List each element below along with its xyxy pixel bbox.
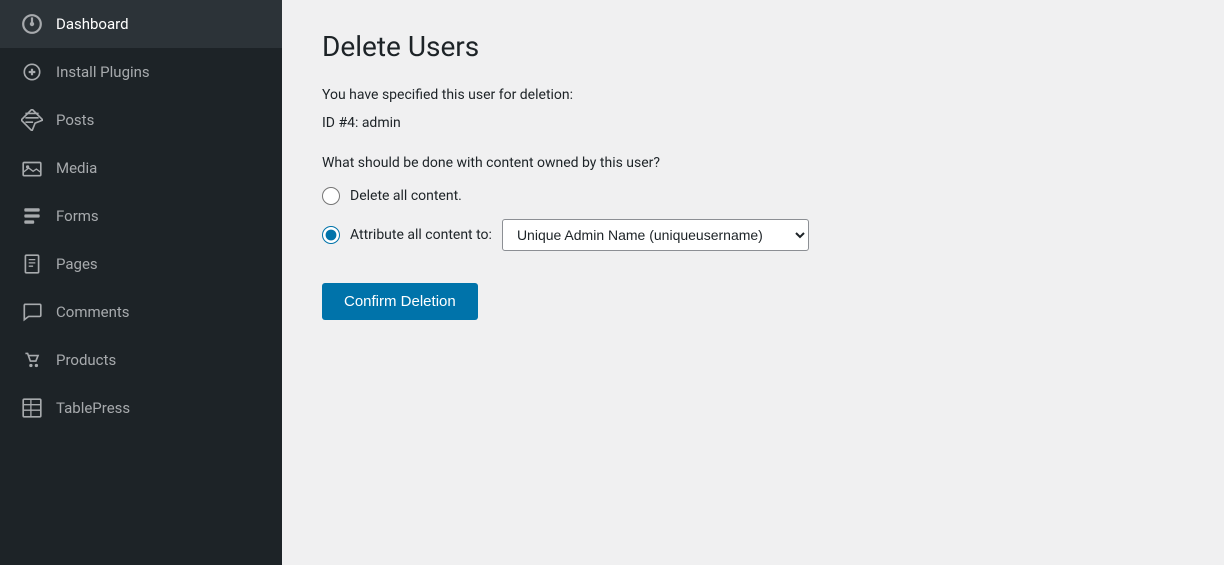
plugins-icon <box>20 60 44 84</box>
delete-all-radio[interactable] <box>322 187 340 205</box>
sidebar-item-forms[interactable]: Forms <box>0 192 282 240</box>
sidebar: Dashboard Install Plugins Posts Media Fo… <box>0 0 282 565</box>
pages-icon <box>20 252 44 276</box>
sidebar-item-comments[interactable]: Comments <box>0 288 282 336</box>
attribute-user-select[interactable]: Unique Admin Name (uniqueusername) <box>502 219 809 251</box>
sidebar-item-pages[interactable]: Pages <box>0 240 282 288</box>
comments-icon <box>20 300 44 324</box>
attribute-option[interactable]: Attribute all content to: <box>322 226 492 244</box>
sidebar-item-label: Install Plugins <box>56 63 150 81</box>
products-icon <box>20 348 44 372</box>
sidebar-item-posts[interactable]: Posts <box>0 96 282 144</box>
content-options: Delete all content. Attribute all conten… <box>322 187 1184 251</box>
sidebar-item-label: Forms <box>56 207 99 225</box>
page-title: Delete Users <box>322 30 1184 63</box>
sidebar-item-tablepress[interactable]: TablePress <box>0 384 282 432</box>
attribute-option-row: Attribute all content to: Unique Admin N… <box>322 219 1184 251</box>
attribute-radio[interactable] <box>322 226 340 244</box>
confirm-deletion-button[interactable]: Confirm Deletion <box>322 283 478 320</box>
sidebar-item-label: Products <box>56 351 116 369</box>
sidebar-item-media[interactable]: Media <box>0 144 282 192</box>
deletion-description: You have specified this user for deletio… <box>322 87 1184 103</box>
delete-all-label: Delete all content. <box>350 188 462 204</box>
sidebar-item-label: Dashboard <box>56 15 129 33</box>
posts-icon <box>20 108 44 132</box>
content-question: What should be done with content owned b… <box>322 155 1184 171</box>
media-icon <box>20 156 44 180</box>
user-id-text: ID #4: admin <box>322 115 1184 131</box>
delete-all-option[interactable]: Delete all content. <box>322 187 1184 205</box>
tablepress-icon <box>20 396 44 420</box>
sidebar-item-label: Posts <box>56 111 94 129</box>
sidebar-item-label: Media <box>56 159 97 177</box>
main-content: Delete Users You have specified this use… <box>282 0 1224 565</box>
sidebar-item-products[interactable]: Products <box>0 336 282 384</box>
sidebar-item-label: Pages <box>56 255 98 273</box>
sidebar-item-install-plugins[interactable]: Install Plugins <box>0 48 282 96</box>
forms-icon <box>20 204 44 228</box>
sidebar-item-dashboard[interactable]: Dashboard <box>0 0 282 48</box>
attribute-label: Attribute all content to: <box>350 227 492 243</box>
dashboard-icon <box>20 12 44 36</box>
sidebar-item-label: Comments <box>56 303 130 321</box>
sidebar-item-label: TablePress <box>56 399 130 417</box>
